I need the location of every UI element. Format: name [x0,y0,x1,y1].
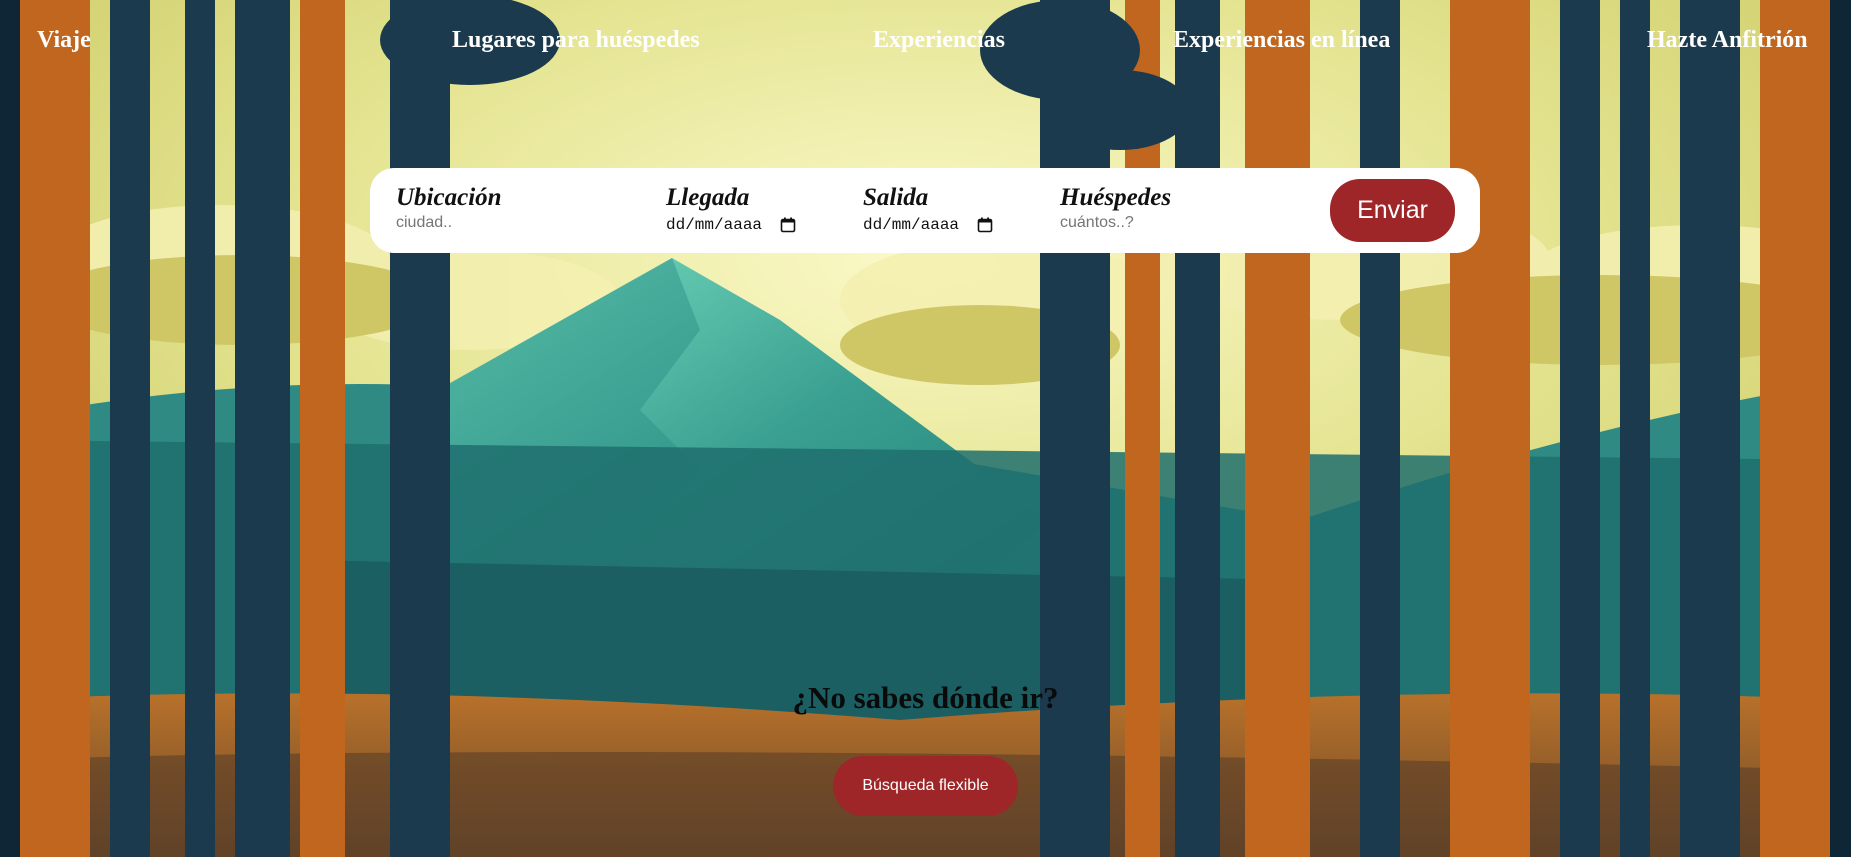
checkout-date-input[interactable]: dd/mm/aaaa [863,216,993,234]
calendar-icon[interactable] [977,217,993,233]
nav-link-experiencias[interactable]: Experiencias [873,24,1005,56]
guests-label: Huéspedes [1060,184,1172,211]
checkout-date-value: dd/mm/aaaa [863,216,960,234]
forest-mountain-illustration [0,0,1851,857]
checkin-field[interactable]: Llegada dd/mm/aaaa [666,184,796,234]
nav-link-hazte-anfitrion[interactable]: Hazte Anfitrión [1647,24,1808,56]
location-field[interactable]: Ubicación ciudad.. [396,184,502,232]
nav-link-viaje[interactable]: Viaje [37,24,91,56]
guests-input[interactable]: cuántos..? [1060,214,1171,232]
nav-link-lugares-para-huespedes[interactable]: Lugares para huéspedes [452,24,700,56]
top-navigation: Viaje Lugares para huéspedes Experiencia… [0,0,1851,82]
hero-question: ¿No sabes dónde ir? [792,680,1059,715]
search-bar: Ubicación ciudad.. Llegada dd/mm/aaaa Sa… [370,168,1480,253]
guests-field[interactable]: Huéspedes cuántos..? [1060,184,1171,232]
location-label: Ubicación [396,184,502,211]
submit-button[interactable]: Enviar [1330,179,1455,242]
checkin-date-value: dd/mm/aaaa [666,216,763,234]
checkout-label: Salida [863,184,929,211]
checkin-date-input[interactable]: dd/mm/aaaa [666,216,796,234]
checkin-label: Llegada [666,184,750,211]
flexible-search-button[interactable]: Búsqueda flexible [833,756,1018,816]
checkout-field[interactable]: Salida dd/mm/aaaa [863,184,993,234]
nav-link-experiencias-en-linea[interactable]: Experiencias en línea [1173,24,1390,56]
calendar-icon[interactable] [780,217,796,233]
location-input[interactable]: ciudad.. [396,214,502,232]
